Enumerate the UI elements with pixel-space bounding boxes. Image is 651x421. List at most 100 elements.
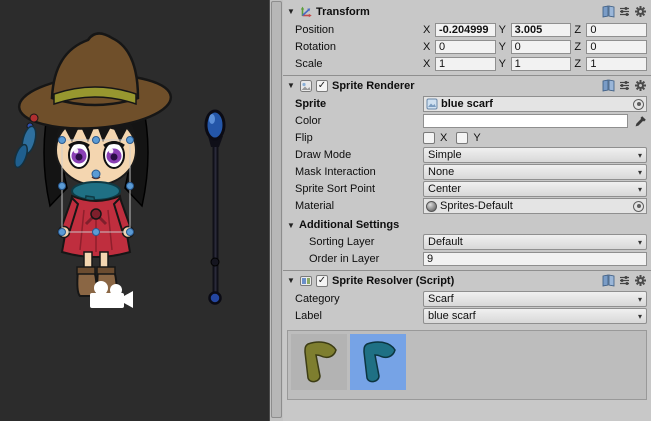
chevron-down-icon: ▾ [638,295,642,304]
rotation-z-field[interactable] [586,40,647,54]
category-row: Category Scarf ▾ [283,291,647,307]
help-icon[interactable] [602,5,615,18]
additional-settings-title: Additional Settings [299,219,399,231]
chevron-down-icon: ▾ [638,312,642,321]
label-dropdown[interactable]: blue scarf ▾ [423,308,647,324]
sprite-thumbnail-green-scarf[interactable] [291,334,347,390]
scrollbar-thumb[interactable] [271,1,282,418]
chevron-down-icon: ▾ [638,238,642,247]
axis-z-label: Z [574,24,583,36]
property-label: Category [283,293,423,305]
sprite-renderer-header: ▼ ✓ Sprite Renderer [283,75,651,95]
axis-x-label: X [423,58,432,70]
property-label: Mask Interaction [283,166,423,178]
rotation-row: Rotation X Y Z [283,39,647,55]
flip-y-label: Y [473,132,480,144]
object-picker-icon[interactable] [633,99,644,110]
character-eye [69,142,89,168]
gear-icon[interactable] [634,79,647,92]
flip-row: Flip X Y [283,130,647,146]
draw-mode-dropdown[interactable]: Simple ▾ [423,147,647,163]
staff-sprite[interactable] [206,111,224,304]
label-row: Label blue scarf ▾ [283,308,647,324]
component-enabled-checkbox[interactable]: ✓ [316,80,328,92]
mask-interaction-dropdown[interactable]: None ▾ [423,164,647,180]
gear-icon[interactable] [634,274,647,287]
green-scarf-image [295,338,343,386]
position-x-field[interactable] [435,23,496,37]
sorting-layer-row: Sorting Layer Default ▾ [283,234,647,250]
scene-canvas [0,0,269,421]
sprite-thumbnail-blue-scarf[interactable] [350,334,406,390]
flip-x-checkbox[interactable] [423,132,435,144]
inspector-panel: ▼ Transform [283,0,651,421]
selection-handle[interactable] [59,137,66,144]
foldout-triangle-icon[interactable]: ▼ [287,276,299,285]
dropdown-value: Default [428,236,638,248]
order-in-layer-field[interactable] [423,252,647,266]
rotation-y-field[interactable] [511,40,572,54]
character-eye [104,142,124,168]
order-in-layer-row: Order in Layer [283,251,647,267]
axis-y-label: Y [499,58,508,70]
category-dropdown[interactable]: Scarf ▾ [423,291,647,307]
position-y-field[interactable] [511,23,572,37]
position-z-field[interactable] [586,23,647,37]
inspector-scrollbar[interactable] [269,0,283,421]
character-sprite[interactable] [12,33,172,296]
transform-icon [299,5,313,19]
axis-x-label: X [423,24,432,36]
color-swatch[interactable] [423,114,628,128]
presets-icon[interactable] [618,5,631,18]
chevron-down-icon: ▾ [638,168,642,177]
component-enabled-checkbox[interactable]: ✓ [316,275,328,287]
component-title: Sprite Resolver (Script) [332,275,454,287]
presets-icon[interactable] [618,274,631,287]
sorting-layer-dropdown[interactable]: Default ▾ [423,234,647,250]
axis-z-label: Z [574,41,583,53]
foldout-triangle-icon[interactable]: ▼ [287,221,299,230]
sprite-renderer-icon [299,79,313,93]
sprite-variant-gallery [287,330,647,400]
sprite-sort-point-row: Sprite Sort Point Center ▾ [283,181,647,197]
pivot-handle[interactable] [92,170,100,178]
scene-view[interactable] [0,0,269,421]
scale-z-field[interactable] [586,57,647,71]
presets-icon[interactable] [618,79,631,92]
position-row: Position X Y Z [283,22,647,38]
material-sphere-icon [426,201,437,212]
sprite-row: Sprite blue scarf [283,96,647,112]
dropdown-value: Simple [428,149,638,161]
selection-handle[interactable] [93,137,100,144]
axis-x-label: X [423,41,432,53]
sprite-object-field[interactable]: blue scarf [423,96,647,112]
property-label: Rotation [283,41,423,53]
scale-y-field[interactable] [511,57,572,71]
flip-x-label: X [440,132,447,144]
help-icon[interactable] [602,274,615,287]
property-label: Sprite [283,98,423,110]
foldout-triangle-icon[interactable]: ▼ [287,81,299,90]
material-object-field[interactable]: Sprites-Default [423,198,647,214]
flip-y-checkbox[interactable] [456,132,468,144]
scale-x-field[interactable] [435,57,496,71]
scale-row: Scale X Y Z [283,56,647,72]
rotation-x-field[interactable] [435,40,496,54]
selection-handle[interactable] [59,183,66,190]
foldout-triangle-icon[interactable]: ▼ [287,7,299,16]
property-label: Color [283,115,423,127]
gear-icon[interactable] [634,5,647,18]
eyedropper-icon[interactable] [634,115,647,128]
additional-settings-foldout[interactable]: ▼ Additional Settings [283,217,647,233]
selection-handle[interactable] [93,229,100,236]
dropdown-value: None [428,166,638,178]
component-title: Transform [316,6,370,18]
selection-handle[interactable] [127,229,134,236]
selection-handle[interactable] [127,183,134,190]
selection-handle[interactable] [127,137,134,144]
object-picker-icon[interactable] [633,201,644,212]
selection-handle[interactable] [59,229,66,236]
sprite-sort-point-dropdown[interactable]: Center ▾ [423,181,647,197]
help-icon[interactable] [602,79,615,92]
mask-interaction-row: Mask Interaction None ▾ [283,164,647,180]
